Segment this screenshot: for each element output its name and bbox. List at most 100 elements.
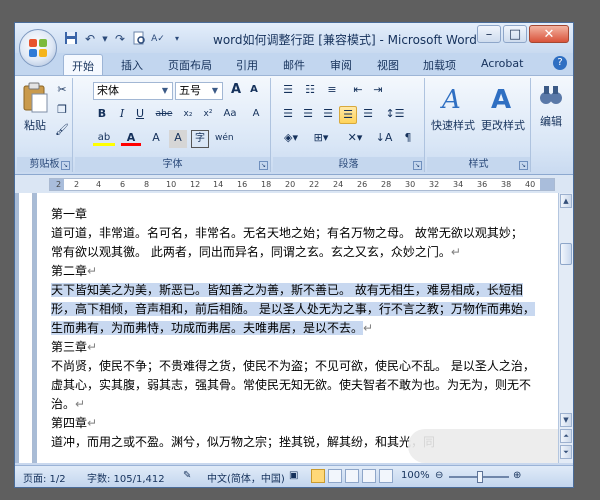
spelling-icon[interactable]: A✓ bbox=[150, 31, 166, 47]
customize-icon[interactable]: ▾ bbox=[169, 31, 185, 47]
bullets-icon[interactable]: ☰ bbox=[279, 82, 297, 100]
multilevel-list-icon[interactable]: ≡ bbox=[323, 82, 341, 100]
numbering-icon[interactable]: ☷ bbox=[301, 82, 319, 100]
chevron-down-icon[interactable]: ▼ bbox=[209, 84, 221, 98]
zoom-level[interactable]: 100% bbox=[401, 470, 430, 481]
font-launcher-icon[interactable]: ↘ bbox=[259, 161, 268, 170]
tab-review[interactable]: 审阅 bbox=[330, 57, 352, 73]
subscript-button[interactable]: x₂ bbox=[179, 106, 197, 124]
clear-format-button[interactable]: A bbox=[247, 106, 265, 124]
change-case-button[interactable]: Aa bbox=[221, 106, 239, 124]
paragraph-launcher-icon[interactable]: ↘ bbox=[413, 161, 422, 170]
word-count[interactable]: 字数: 105/1,412 bbox=[87, 470, 165, 485]
justify-icon[interactable]: ☰ bbox=[339, 106, 357, 124]
bold-button[interactable]: B bbox=[93, 106, 111, 124]
next-page-icon[interactable]: ⏷ bbox=[560, 445, 572, 459]
undo-icon[interactable]: ↶ bbox=[82, 31, 98, 47]
zoom-slider-knob[interactable] bbox=[477, 471, 483, 483]
previous-page-icon[interactable]: ⏶ bbox=[560, 429, 572, 443]
borders-icon[interactable]: ⊞▾ bbox=[309, 130, 333, 148]
distributed-icon[interactable]: ☰ bbox=[359, 106, 377, 124]
font-name-combo[interactable]: 宋体 ▼ bbox=[93, 82, 173, 100]
redo-icon[interactable]: ↷ bbox=[112, 31, 128, 47]
scroll-thumb[interactable] bbox=[560, 243, 572, 265]
grow-font-button[interactable]: A bbox=[227, 82, 245, 100]
tab-acrobat[interactable]: Acrobat bbox=[481, 57, 523, 70]
shading-icon[interactable]: ◈▾ bbox=[279, 130, 303, 148]
text-line: 天下皆知美之为美，斯恶已。皆知善之为善，斯不善已。 故有无相生，难易相成，长短相 bbox=[51, 281, 551, 300]
format-painter-icon[interactable]: 🖌 bbox=[53, 122, 71, 140]
editing-group: 编辑 bbox=[533, 78, 569, 172]
document-page[interactable]: 第一章 道可道，非常道。名可名，非常名。无名天地之始；有名万物之母。 故常无欲以… bbox=[37, 193, 558, 463]
char-shading-alt-button[interactable]: A bbox=[169, 130, 187, 148]
char-border-button[interactable]: 字 bbox=[191, 130, 209, 148]
scroll-down-icon[interactable]: ▼ bbox=[560, 413, 572, 427]
zoom-in-icon[interactable]: ⊕ bbox=[513, 470, 521, 481]
horizontal-ruler[interactable]: 2 2 4 6 8 10 12 14 16 18 20 22 24 26 28 … bbox=[49, 178, 555, 191]
paste-button[interactable]: 粘贴 bbox=[20, 82, 50, 133]
help-icon[interactable]: ? bbox=[553, 56, 567, 70]
undo-dropdown-icon[interactable]: ▼ bbox=[101, 31, 109, 47]
tab-addins[interactable]: 加载项 bbox=[423, 57, 456, 73]
chevron-down-icon[interactable]: ▼ bbox=[159, 84, 171, 98]
office-button[interactable] bbox=[19, 29, 57, 67]
ruler-number: 4 bbox=[96, 180, 102, 189]
sort-icon[interactable]: ↓A bbox=[373, 130, 395, 148]
font-color-button[interactable]: A bbox=[121, 130, 141, 148]
copy-icon[interactable]: ❐ bbox=[53, 102, 71, 120]
vertical-ruler[interactable] bbox=[19, 193, 33, 463]
clipboard-launcher-icon[interactable]: ↘ bbox=[61, 161, 70, 170]
tab-insert[interactable]: 插入 bbox=[121, 57, 143, 73]
language[interactable]: 中文(简体，中国) bbox=[207, 470, 285, 485]
tab-home[interactable]: 开始 bbox=[63, 54, 103, 76]
spellcheck-icon[interactable]: ✎ bbox=[183, 470, 191, 481]
outline-view-icon[interactable] bbox=[362, 469, 376, 483]
italic-button[interactable]: I bbox=[113, 106, 131, 124]
window-title: word如何调整行距 [兼容模式] - Microsoft Word bbox=[213, 33, 477, 47]
web-layout-view-icon[interactable] bbox=[345, 469, 359, 483]
print-layout-view-icon[interactable] bbox=[311, 469, 325, 483]
tab-references[interactable]: 引用 bbox=[236, 57, 258, 73]
vertical-scrollbar[interactable]: ▲ ▼ ⏶ ⏷ bbox=[558, 193, 573, 463]
tab-view[interactable]: 视图 bbox=[377, 57, 399, 73]
document-text[interactable]: 第一章 道可道，非常道。名可名，非常名。无名天地之始；有名万物之母。 故常无欲以… bbox=[51, 205, 551, 452]
char-shading-button[interactable]: A bbox=[147, 130, 165, 148]
tab-page-layout[interactable]: 页面布局 bbox=[168, 57, 212, 73]
styles-launcher-icon[interactable]: ↘ bbox=[519, 161, 528, 170]
increase-indent-icon[interactable]: ⇥ bbox=[369, 82, 387, 100]
ruler-number: 12 bbox=[190, 180, 201, 189]
editing-button[interactable]: 编辑 bbox=[535, 82, 567, 129]
font-size-combo[interactable]: 五号 ▼ bbox=[175, 82, 223, 100]
show-marks-icon[interactable]: ¶ bbox=[399, 130, 417, 148]
underline-button[interactable]: U bbox=[131, 106, 149, 124]
align-center-icon[interactable]: ☰ bbox=[299, 106, 317, 124]
cut-icon[interactable]: ✂ bbox=[53, 82, 71, 100]
chinese-layout-icon[interactable]: ✕▾ bbox=[343, 130, 367, 148]
highlight-button[interactable]: ab bbox=[93, 130, 115, 148]
strikethrough-button[interactable]: abe bbox=[155, 106, 173, 124]
maximize-button[interactable]: □ bbox=[503, 25, 527, 43]
superscript-button[interactable]: x² bbox=[199, 106, 217, 124]
align-left-icon[interactable]: ☰ bbox=[279, 106, 297, 124]
full-screen-view-icon[interactable] bbox=[328, 469, 342, 483]
title-bar: ↶ ▼ ↷ A✓ ▾ word如何调整行距 [兼容模式] - Microsoft… bbox=[15, 23, 573, 53]
line-spacing-icon[interactable]: ↕☰ bbox=[383, 106, 407, 124]
shrink-font-button[interactable]: A bbox=[245, 82, 263, 100]
align-right-icon[interactable]: ☰ bbox=[319, 106, 337, 124]
phonetic-guide-button[interactable]: wén bbox=[215, 130, 234, 148]
word-window: ↶ ▼ ↷ A✓ ▾ word如何调整行距 [兼容模式] - Microsoft… bbox=[14, 22, 574, 488]
quick-styles-button[interactable]: A 快速样式 bbox=[429, 82, 477, 133]
tab-mailings[interactable]: 邮件 bbox=[283, 57, 305, 73]
print-preview-icon[interactable] bbox=[131, 31, 147, 47]
close-button[interactable]: ✕ bbox=[529, 25, 569, 43]
minimize-button[interactable]: – bbox=[477, 25, 501, 43]
decrease-indent-icon[interactable]: ⇤ bbox=[349, 82, 367, 100]
draft-view-icon[interactable] bbox=[379, 469, 393, 483]
font-group-label: 字体 bbox=[75, 157, 270, 172]
page-count[interactable]: 页面: 1/2 bbox=[23, 470, 66, 485]
zoom-out-icon[interactable]: ⊖ bbox=[435, 470, 443, 481]
macro-icon[interactable]: ▣ bbox=[289, 470, 298, 481]
scroll-up-icon[interactable]: ▲ bbox=[560, 194, 572, 208]
save-icon[interactable] bbox=[63, 31, 79, 47]
change-styles-button[interactable]: A 更改样式 bbox=[479, 82, 527, 133]
